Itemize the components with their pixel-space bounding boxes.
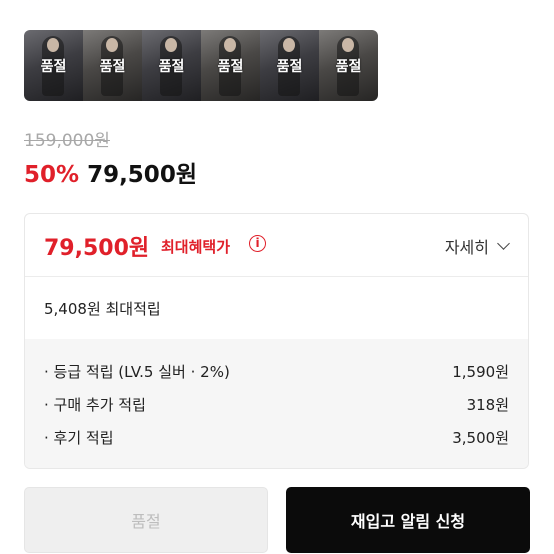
- option-thumbnails: 품절 품절 품절 품절 품절 품절: [24, 30, 378, 101]
- max-benefit-price: 79,500원: [44, 236, 150, 261]
- point-row-grade: · 등급 적립 (LV.5 실버 · 2%) 1,590원: [44, 361, 509, 383]
- soldout-label: 품절: [276, 58, 303, 75]
- point-row-purchase: · 구매 추가 적립 318원: [44, 394, 509, 416]
- detail-label: 자세히: [444, 238, 489, 257]
- point-value: 318원: [466, 396, 509, 414]
- point-value: 1,590원: [452, 363, 509, 381]
- original-price: 159,000원: [24, 131, 110, 151]
- point-label: · 등급 적립 (LV.5 실버 · 2%): [44, 363, 230, 381]
- point-value: 3,500원: [452, 429, 509, 447]
- max-benefit-label: 최대혜택가: [161, 238, 231, 256]
- model-face: [342, 38, 354, 52]
- model-face: [47, 38, 59, 52]
- star-icon: ★: [26, 0, 42, 4]
- point-row-review: · 후기 적립 3,500원: [44, 427, 509, 449]
- option-thumbnail[interactable]: 품절: [319, 30, 378, 101]
- soldout-button: 품절: [24, 487, 268, 553]
- point-label: · 후기 적립: [44, 429, 114, 447]
- benefit-card: 79,500원 최대혜택가 i 자세히 5,408원 최대적립 · 등급 적립 …: [24, 213, 529, 469]
- soldout-label: 품절: [40, 58, 67, 75]
- rating-strip: ★: [24, 0, 224, 6]
- total-points: 5,408원 최대적립: [44, 300, 161, 318]
- option-thumbnail[interactable]: 품절: [24, 30, 83, 101]
- restock-alert-button[interactable]: 재입고 알림 신청: [286, 487, 530, 553]
- model-face: [224, 38, 236, 52]
- chevron-down-icon: [497, 237, 510, 250]
- sale-price: 79,500원: [87, 162, 197, 188]
- point-label: · 구매 추가 적립: [44, 396, 146, 414]
- discount-rate: 50%: [24, 162, 80, 188]
- option-thumbnail[interactable]: 품절: [201, 30, 260, 101]
- soldout-label: 품절: [158, 58, 185, 75]
- option-thumbnail[interactable]: 품절: [83, 30, 142, 101]
- price-line: 50% 79,500원: [24, 155, 197, 189]
- soldout-label: 품절: [217, 58, 244, 75]
- model-face: [283, 38, 295, 52]
- option-thumbnail[interactable]: 품절: [142, 30, 201, 101]
- model-face: [165, 38, 177, 52]
- detail-toggle-button[interactable]: 자세히: [444, 234, 510, 258]
- model-face: [106, 38, 118, 52]
- benefit-header: 79,500원 최대혜택가 i 자세히: [25, 214, 528, 277]
- soldout-label: 품절: [335, 58, 362, 75]
- option-thumbnail[interactable]: 품절: [260, 30, 319, 101]
- info-icon[interactable]: i: [249, 235, 266, 252]
- points-breakdown: · 등급 적립 (LV.5 실버 · 2%) 1,590원 · 구매 추가 적립…: [25, 339, 528, 468]
- soldout-label: 품절: [99, 58, 126, 75]
